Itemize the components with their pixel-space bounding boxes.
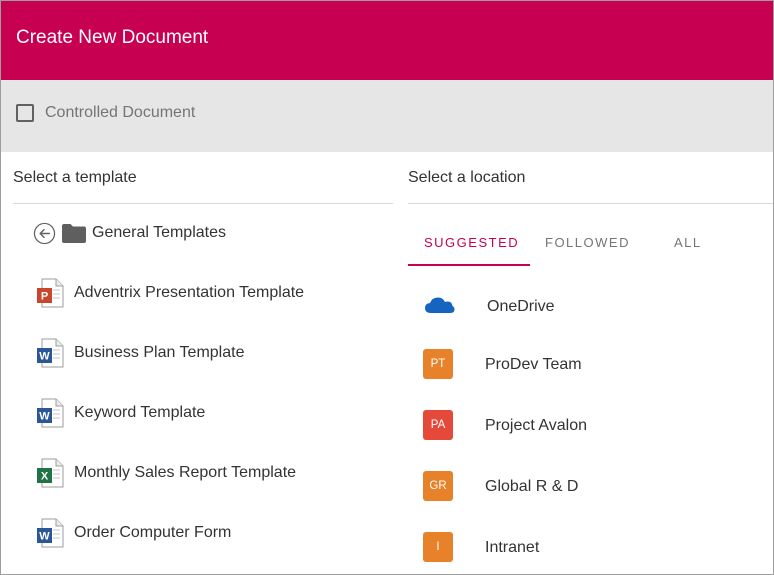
tab-followed[interactable]: FOLLOWED	[545, 235, 630, 250]
location-label: Project Avalon	[485, 417, 587, 434]
active-tab-indicator	[408, 264, 530, 266]
template-item-label: Keyword Template	[74, 404, 206, 421]
dialog-title: Create New Document	[16, 27, 209, 48]
location-divider	[408, 203, 773, 204]
svg-text:W: W	[39, 531, 50, 543]
controlled-document-checkbox[interactable]	[16, 104, 34, 122]
site-badge-icon: GR	[423, 471, 453, 501]
back-arrow-icon[interactable]	[33, 222, 56, 245]
location-item-global-r-and-d[interactable]: GR Global R & D	[423, 471, 763, 503]
tab-all[interactable]: ALL	[674, 235, 702, 250]
folder-name[interactable]: General Templates	[92, 224, 226, 242]
svg-text:W: W	[39, 411, 50, 423]
template-section-label: Select a template	[13, 169, 137, 186]
svg-text:P: P	[41, 291, 48, 303]
template-item-label: Adventrix Presentation Template	[74, 284, 305, 301]
location-item-project-avalon[interactable]: PA Project Avalon	[423, 410, 763, 442]
word-file-icon: W	[37, 518, 64, 548]
location-label: OneDrive	[487, 298, 555, 315]
word-file-icon: W	[37, 338, 64, 368]
powerpoint-file-icon: P	[37, 278, 64, 308]
template-item-keyword[interactable]: W Keyword Template	[36, 398, 396, 430]
location-item-prodev-team[interactable]: PT ProDev Team	[423, 349, 763, 381]
word-file-icon: W	[37, 398, 64, 428]
template-item-monthly-sales-report[interactable]: X Monthly Sales Report Template	[36, 458, 396, 490]
location-label: Intranet	[485, 539, 540, 556]
onedrive-cloud-icon	[425, 297, 455, 313]
location-tabs: SUGGESTED FOLLOWED ALL	[408, 223, 773, 267]
site-badge-icon: PA	[423, 410, 453, 440]
svg-text:W: W	[39, 351, 50, 363]
site-badge-icon: I	[423, 532, 453, 562]
site-badge-icon: PT	[423, 349, 453, 379]
dialog-header: Create New Document	[1, 1, 773, 80]
svg-text:X: X	[41, 471, 49, 483]
create-document-dialog: Create New Document Controlled Document …	[0, 0, 774, 575]
location-section-label: Select a location	[408, 169, 526, 186]
folder-icon	[62, 224, 86, 243]
template-item-order-computer-form[interactable]: W Order Computer Form	[36, 518, 396, 550]
location-label: ProDev Team	[485, 356, 582, 373]
location-label: Global R & D	[485, 478, 579, 495]
template-item-adventrix-presentation[interactable]: P Adventrix Presentation Template	[36, 278, 396, 310]
tab-suggested[interactable]: SUGGESTED	[424, 235, 519, 250]
controlled-document-label[interactable]: Controlled Document	[45, 104, 195, 122]
template-divider	[13, 203, 393, 204]
template-item-label: Monthly Sales Report Template	[74, 464, 297, 481]
template-folder-row: General Templates	[33, 222, 393, 246]
template-item-label: Order Computer Form	[74, 524, 232, 541]
location-item-onedrive[interactable]: OneDrive	[423, 291, 763, 323]
controlled-document-bar: Controlled Document	[1, 80, 773, 152]
location-item-intranet[interactable]: I Intranet	[423, 532, 763, 564]
template-item-business-plan[interactable]: W Business Plan Template	[36, 338, 396, 370]
template-item-label: Business Plan Template	[74, 344, 245, 361]
excel-file-icon: X	[37, 458, 64, 488]
